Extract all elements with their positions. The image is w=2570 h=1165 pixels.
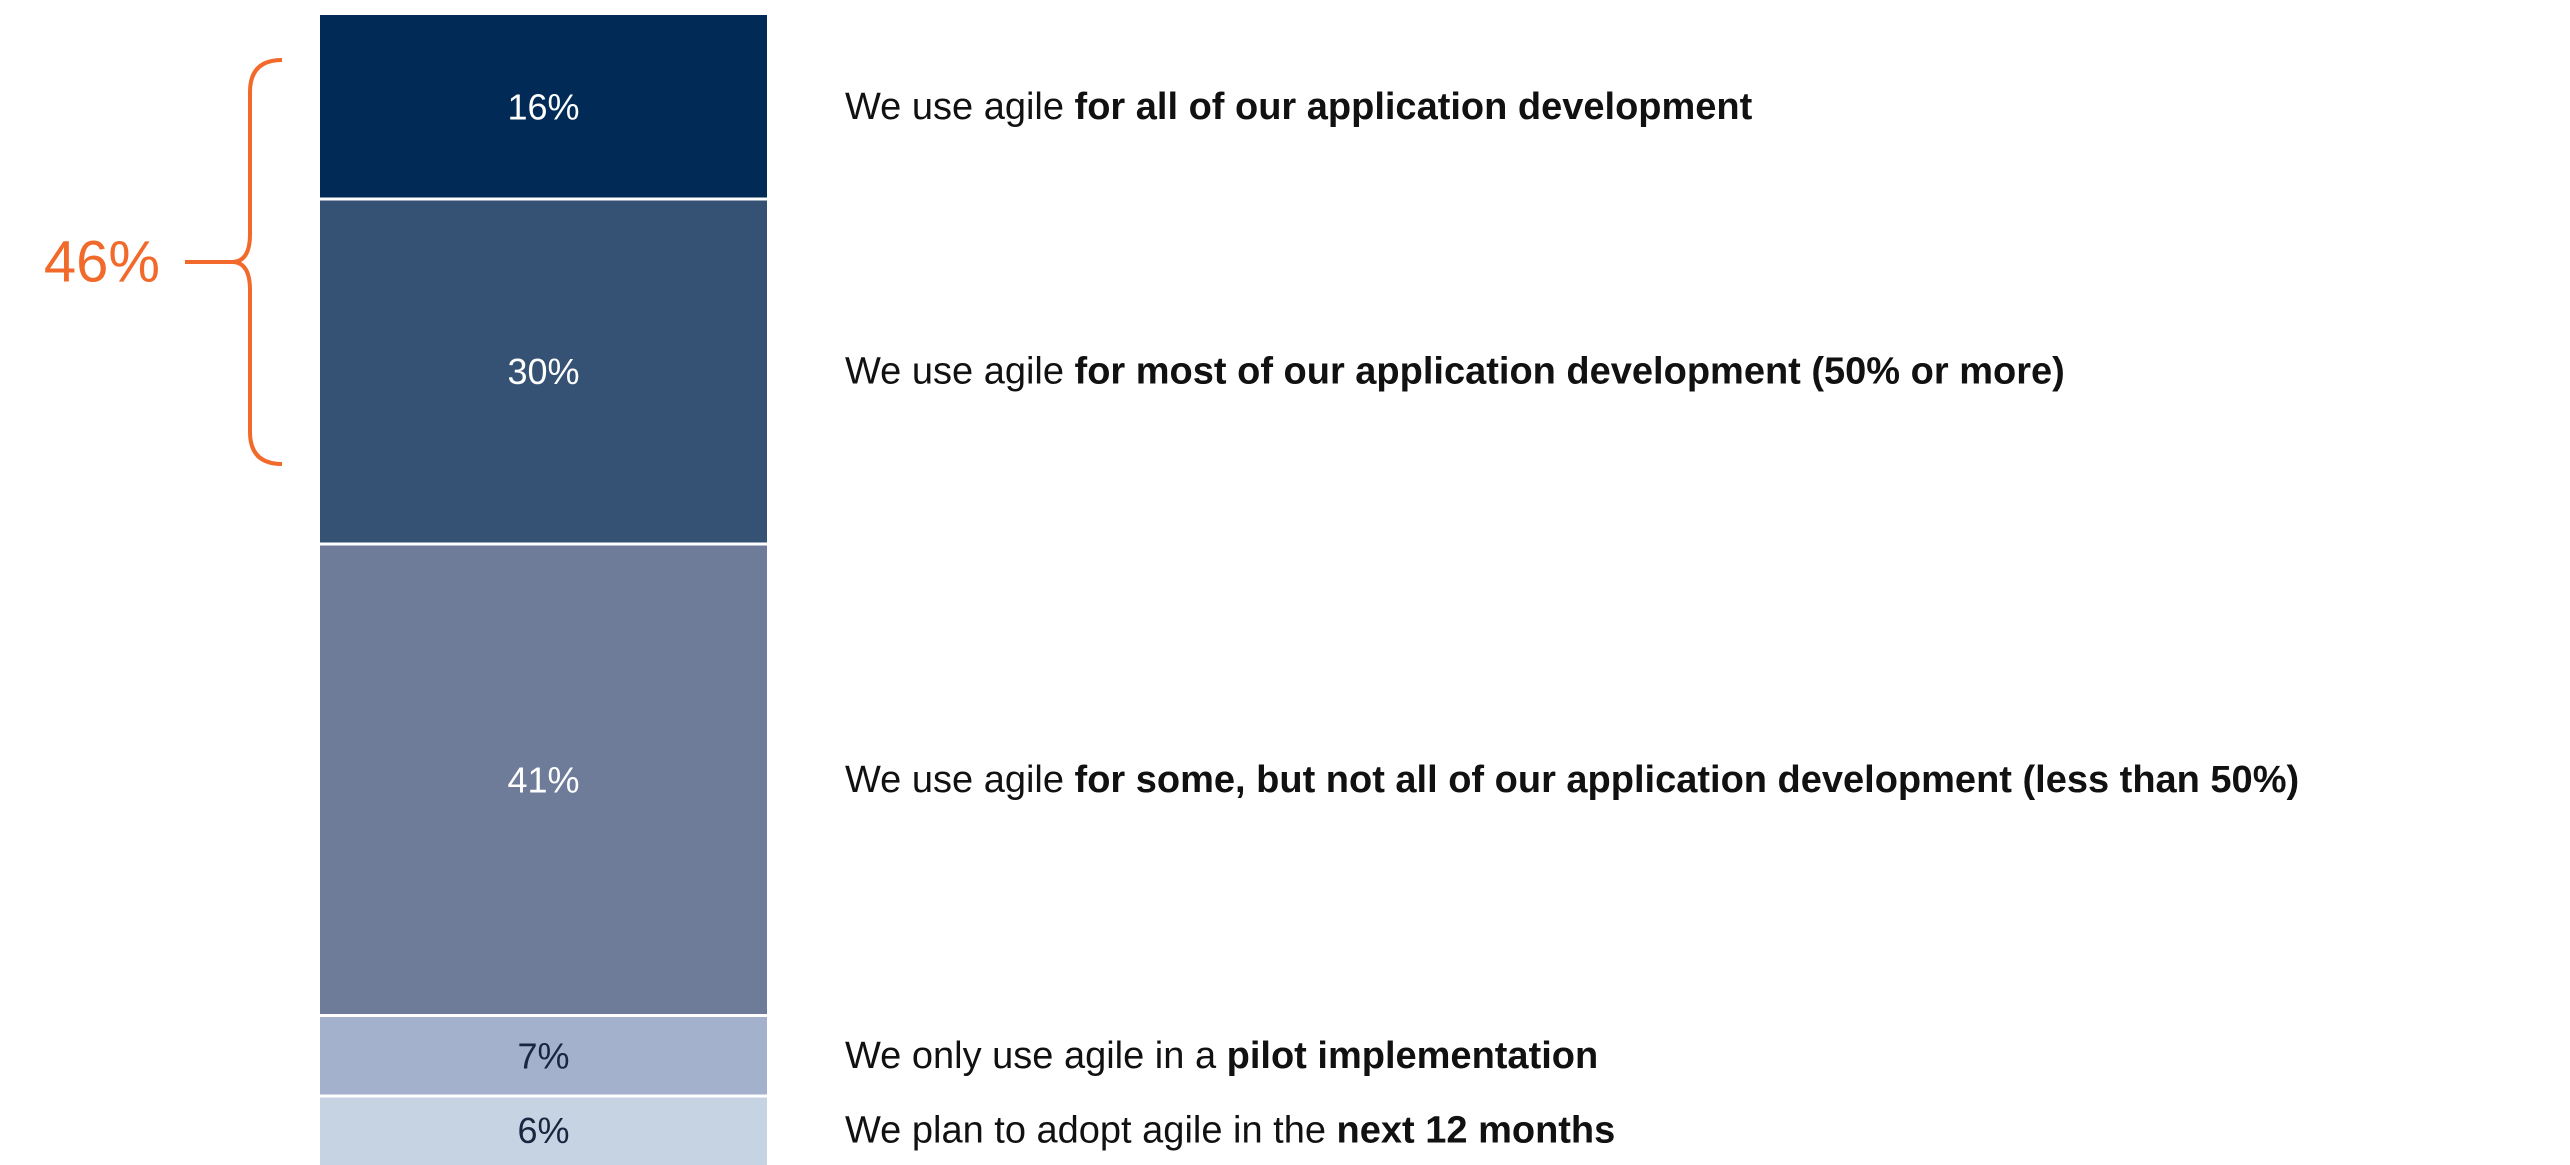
bracket-total-label: 46% bbox=[44, 230, 160, 295]
segment-value-label: 30% bbox=[507, 351, 579, 392]
segment-description: We plan to adopt agile in the next 12 mo… bbox=[845, 1110, 1615, 1152]
segment-value-label: 7% bbox=[517, 1035, 569, 1076]
segment-description: We use agile for all of our application … bbox=[845, 86, 1753, 128]
total-bracket: 46% bbox=[44, 58, 283, 466]
segment-value-label: 41% bbox=[507, 759, 579, 800]
segment-value-label: 16% bbox=[507, 87, 579, 128]
segment-description: We use agile for most of our application… bbox=[845, 351, 2065, 393]
bar-segments bbox=[320, 15, 767, 1165]
segment-description: We only use agile in a pilot implementat… bbox=[845, 1035, 1598, 1077]
segment-descriptions: We use agile for all of our application … bbox=[845, 86, 2299, 1152]
segment-description: We use agile for some, but not all of ou… bbox=[845, 759, 2299, 801]
stacked-bar-chart: 16% 30% 41% 7% 6% We use agile for all of ou… bbox=[44, 15, 2299, 1165]
segment-value-label: 6% bbox=[517, 1110, 569, 1151]
bracket-brace bbox=[231, 58, 283, 466]
